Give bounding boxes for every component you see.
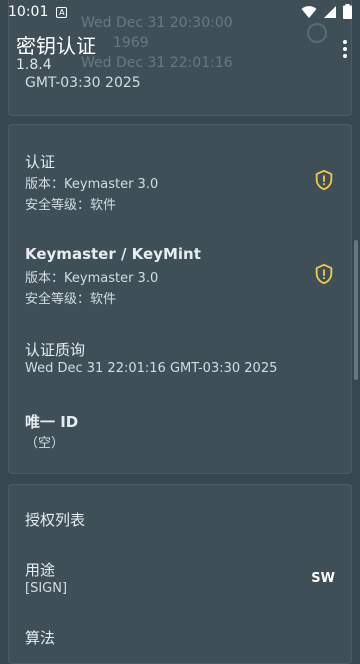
keymaster-version: 版本：Keymaster 3.0 <box>25 271 159 286</box>
attestation-security: 安全等级：软件 <box>25 198 117 213</box>
purpose-title: 用途 <box>25 561 56 579</box>
challenge-title: 认证质询 <box>25 341 86 359</box>
app-title: 密钥认证 <box>16 34 96 58</box>
purpose-sw-badge: SW <box>311 571 335 586</box>
challenge-value: Wed Dec 31 22:01:16 GMT-03:30 2025 <box>25 361 278 376</box>
battery-icon <box>343 4 352 19</box>
keymaster-security: 安全等级：软件 <box>25 292 117 307</box>
status-icons <box>301 4 352 19</box>
unique-id-value: （空） <box>25 436 65 451</box>
notification-icon: A <box>56 6 68 18</box>
algorithm-title: 算法 <box>25 629 56 647</box>
keymaster-warning-icon[interactable] <box>313 263 335 285</box>
attestation-card: 认证 版本：Keymaster 3.0 安全等级：软件 Keymaster / … <box>8 124 352 474</box>
attestation-title: 认证 <box>25 153 56 171</box>
app-version: 1.8.4 <box>16 57 52 73</box>
signal-icon <box>324 5 336 18</box>
more-options-icon[interactable] <box>342 40 348 62</box>
scrollbar[interactable] <box>354 240 358 380</box>
status-bar: 10:01 A <box>0 0 360 24</box>
app-bar: 密钥认证 1.8.4 <box>0 24 360 80</box>
keymaster-title: Keymaster / KeyMint <box>25 245 201 263</box>
authorization-card: 授权列表 用途 [SIGN] SW 算法 <box>8 484 352 664</box>
attestation-warning-icon[interactable] <box>313 169 335 191</box>
scroll-content[interactable]: Wed Dec 31 20:30:00 1969 Wed Dec 31 22:0… <box>0 0 360 664</box>
attestation-version: 版本：Keymaster 3.0 <box>25 177 159 192</box>
purpose-value: [SIGN] <box>25 581 68 596</box>
authorization-list-title: 授权列表 <box>25 511 86 529</box>
status-time: 10:01 <box>8 4 49 20</box>
unique-id-title: 唯一 ID <box>25 413 79 431</box>
wifi-icon <box>301 5 317 18</box>
